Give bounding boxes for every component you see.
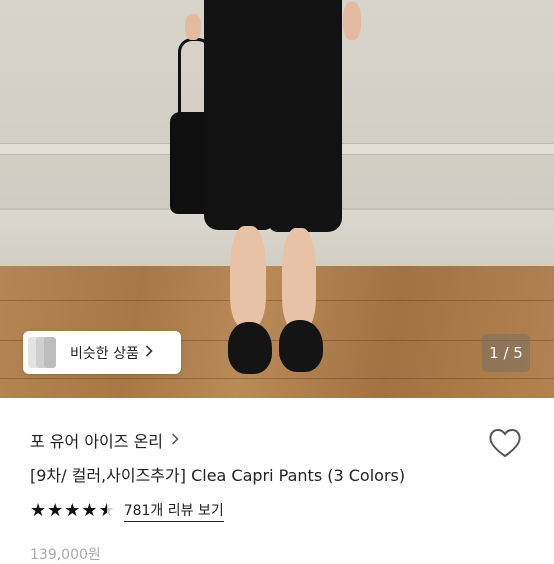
photo-shoe-left bbox=[228, 322, 272, 374]
star-icon: ★ bbox=[47, 500, 64, 521]
similar-thumb bbox=[44, 337, 56, 368]
similar-thumbnails bbox=[26, 331, 62, 374]
star-icon: ★ bbox=[64, 500, 81, 521]
image-counter: 1 / 5 bbox=[482, 334, 530, 372]
product-title: [9차/ 컬러,사이즈추가] Clea Capri Pants (3 Color… bbox=[30, 466, 406, 485]
rating-stars: ★ ★ ★ ★ ★ bbox=[30, 502, 116, 520]
photo-hand-right bbox=[343, 2, 361, 40]
photo-calf-right bbox=[282, 228, 316, 328]
photo-calf-left bbox=[230, 226, 266, 326]
heart-icon[interactable] bbox=[488, 427, 522, 459]
reviews-link[interactable]: 781개 리뷰 보기 bbox=[123, 500, 224, 522]
photo-floor-line bbox=[0, 378, 554, 379]
product-image[interactable]: 비슷한 상품 1 / 5 bbox=[0, 0, 554, 398]
product-price: 139,000원 bbox=[30, 547, 101, 563]
star-half-icon: ★ bbox=[98, 500, 115, 521]
chevron-right-icon bbox=[145, 344, 153, 361]
rating-row: ★ ★ ★ ★ ★ 781개 리뷰 보기 bbox=[30, 500, 224, 522]
star-icon: ★ bbox=[81, 500, 98, 521]
similar-products-label: 비슷한 상품 bbox=[70, 345, 139, 362]
photo-pant-right bbox=[268, 0, 342, 232]
star-icon: ★ bbox=[30, 500, 47, 521]
photo-pant-left bbox=[204, 0, 274, 230]
photo-hand-left bbox=[185, 14, 201, 40]
photo-floor-line bbox=[0, 300, 554, 301]
shop-name: 포 유어 아이즈 온리 bbox=[30, 432, 164, 451]
similar-products-button[interactable]: 비슷한 상품 bbox=[23, 331, 181, 374]
chevron-right-icon bbox=[171, 431, 179, 449]
shop-link[interactable]: 포 유어 아이즈 온리 bbox=[30, 428, 179, 452]
photo-shoe-right bbox=[279, 320, 323, 372]
